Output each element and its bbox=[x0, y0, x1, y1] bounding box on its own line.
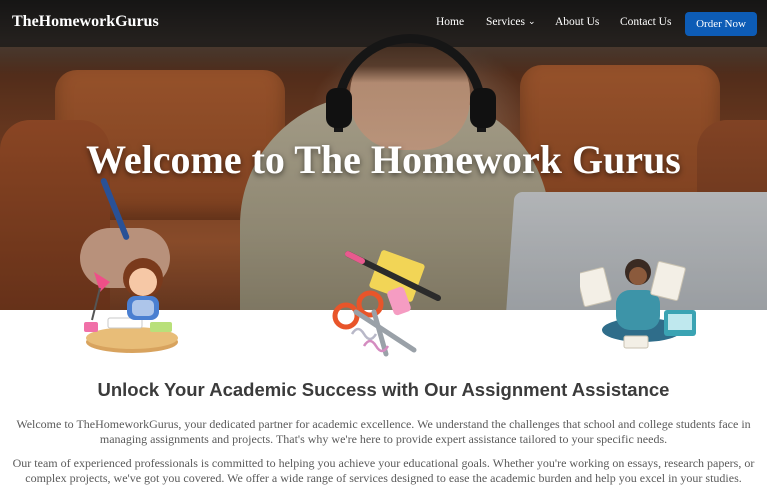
stationery-illustration bbox=[332, 250, 441, 357]
top-navbar: TheHomeworkGurus Home Services ⌄ About Us… bbox=[0, 0, 767, 47]
hero-title: Welcome to The Homework Gurus bbox=[86, 137, 681, 182]
site-logo[interactable]: TheHomeworkGurus bbox=[12, 13, 159, 31]
nav-link-about[interactable]: About Us bbox=[555, 16, 599, 28]
student-reading-illustration bbox=[580, 259, 696, 349]
nav-services-label: Services bbox=[486, 16, 525, 28]
nav-link-home[interactable]: Home bbox=[436, 16, 464, 28]
girl-studying-illustration bbox=[84, 258, 178, 353]
section-heading: Unlock Your Academic Success with Our As… bbox=[97, 379, 670, 400]
intro-paragraph: Welcome to TheHomeworkGurus, your dedica… bbox=[16, 417, 751, 446]
chevron-down-icon: ⌄ bbox=[527, 16, 536, 26]
nav-link-services[interactable]: Services ⌄ bbox=[486, 16, 536, 28]
nav-link-contact[interactable]: Contact Us bbox=[620, 16, 671, 28]
team-paragraph: Our team of experienced professionals is… bbox=[12, 456, 755, 485]
order-now-button[interactable]: Order Now bbox=[685, 12, 757, 36]
